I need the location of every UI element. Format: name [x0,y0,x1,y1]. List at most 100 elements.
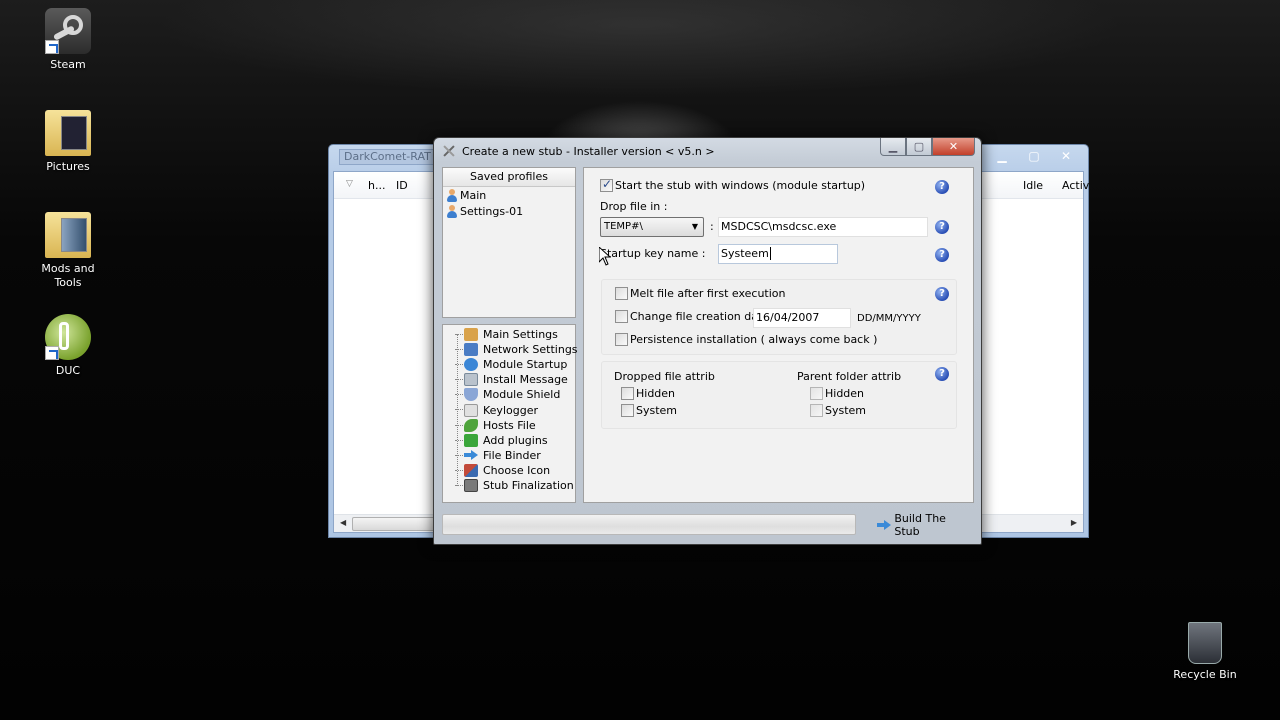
help-icon[interactable]: ? [935,367,949,381]
select-value: TEMP#\ [604,221,643,232]
help-icon[interactable]: ? [935,287,949,301]
computer-icon [464,343,478,357]
settings-nav-tree[interactable]: Main Settings Network Settings Module St… [442,324,578,503]
close-button[interactable]: ✕ [932,138,975,156]
minimize-button[interactable]: ▁ [880,138,906,156]
column-header[interactable]: h... [368,179,385,192]
house-icon [464,328,478,342]
nav-keylogger[interactable]: Keylogger [443,402,575,417]
checkbox-label: System [636,404,678,417]
column-header[interactable]: Activ [1062,179,1089,192]
nav-label: Add plugins [483,433,548,447]
nav-module-startup[interactable]: Module Startup [443,357,575,372]
steam-icon [45,8,91,54]
checkbox[interactable] [621,404,634,417]
drop-path-input[interactable]: MSDCSC\msdcsc.exe [718,217,928,237]
nav-label: Module Shield [483,388,561,402]
dropped-hidden-checkbox[interactable]: Hidden [621,387,675,400]
checkbox-label: Start the stub with windows (module star… [615,179,866,192]
binder-arrow-icon [464,449,478,462]
checkbox[interactable] [621,387,634,400]
help-icon[interactable]: ? [935,248,949,262]
maximize-button[interactable]: ▢ [1018,147,1050,165]
profile-item-main[interactable]: Main [443,187,575,203]
column-header[interactable]: Idle [1023,179,1043,192]
scrollbar-thumb[interactable] [352,517,442,531]
parent-hidden-checkbox[interactable]: Hidden [810,387,864,400]
nav-add-plugins[interactable]: Add plugins [443,433,575,448]
build-progress-bar [442,514,856,535]
shortcut-arrow-icon [45,40,59,54]
dialog-title: Create a new stub - Installer version < … [462,144,715,158]
desktop-icon-pictures[interactable]: Pictures [30,110,106,174]
nav-label: File Binder [483,448,541,462]
start-with-windows-checkbox[interactable]: Start the stub with windows (module star… [600,177,866,192]
nav-install-message[interactable]: Install Message [443,372,575,387]
desktop-icon-label: Steam [50,58,86,71]
sort-chevron-icon[interactable]: ▽ [346,179,353,189]
checkbox[interactable] [810,387,823,400]
profile-label: Main [460,188,487,202]
checkbox-label: Hidden [636,387,676,400]
input-value: Systeem [721,247,769,260]
folder-icon [45,110,91,156]
dropped-system-checkbox[interactable]: System [621,404,677,417]
help-icon[interactable]: ? [935,180,949,194]
checkbox-label: Hidden [825,387,865,400]
startup-key-input[interactable]: Systeem [718,244,838,264]
parent-system-checkbox[interactable]: System [810,404,866,417]
chevron-down-icon: ▼ [691,222,698,231]
build-button-label: Build The Stub [894,511,946,538]
mouse-cursor [598,245,612,269]
checkbox[interactable] [600,177,613,192]
date-format-hint: DD/MM/YYYY [857,313,921,324]
desktop-icon-mods-and-tools[interactable]: Mods and Tools [30,212,106,290]
shield-icon [464,388,478,402]
nav-label: Module Startup [483,358,568,372]
maximize-button[interactable]: ▢ [906,138,932,156]
nav-file-binder[interactable]: File Binder [443,448,575,463]
nav-label: Choose Icon [483,463,551,477]
nav-label: Keylogger [483,403,538,417]
duc-icon [45,314,91,360]
saved-profiles-list[interactable]: Saved profiles Main Settings-01 [442,167,576,318]
nav-hosts-file[interactable]: Hosts File [443,418,575,433]
checkbox[interactable] [615,333,628,346]
module-startup-panel: Start the stub with windows (module star… [583,167,974,503]
create-stub-dialog: Create a new stub - Installer version < … [433,137,982,545]
startup-icon [464,358,478,372]
nav-label: Network Settings [483,343,578,357]
saved-profiles-header: Saved profiles [443,168,575,187]
scroll-right-icon[interactable]: ▶ [1071,518,1077,527]
build-stub-button[interactable]: Build The Stub [873,511,975,538]
minimize-button[interactable]: ▁ [986,147,1018,165]
nav-network-settings[interactable]: Network Settings [443,342,578,357]
leaf-icon [464,418,478,432]
column-header[interactable]: ID [396,179,408,192]
checkbox[interactable] [810,404,823,417]
path-separator: : [710,220,714,233]
background-window-title: DarkComet-RAT [339,149,439,165]
scroll-left-icon[interactable]: ◀ [340,518,346,527]
help-icon[interactable]: ? [935,220,949,234]
creation-date-input[interactable]: 16/04/2007 [753,308,851,328]
profile-item-settings-01[interactable]: Settings-01 [443,203,575,219]
checkbox[interactable] [615,310,628,323]
checkbox[interactable] [615,287,628,300]
text-caret [769,247,771,260]
melt-file-checkbox[interactable]: Melt file after first execution [615,287,786,300]
drop-location-select[interactable]: TEMP#\ ▼ [600,217,704,237]
desktop-icon-steam[interactable]: Steam [30,8,106,72]
desktop-icon-duc[interactable]: DUC [30,314,106,378]
close-button[interactable]: ✕ [1050,147,1082,165]
nav-main-settings[interactable]: Main Settings [443,327,575,342]
nav-choose-icon[interactable]: Choose Icon [443,463,575,478]
nav-stub-finalization[interactable]: Stub Finalization [443,478,575,493]
user-icon [446,188,458,202]
message-icon [464,373,478,387]
persistence-checkbox[interactable]: Persistence installation ( always come b… [615,333,877,346]
drop-file-label: Drop file in : [600,200,668,213]
desktop-icon-label: Pictures [46,160,90,173]
nav-module-shield[interactable]: Module Shield [443,387,575,402]
desktop-icon-recycle-bin[interactable]: Recycle Bin [1167,622,1243,682]
